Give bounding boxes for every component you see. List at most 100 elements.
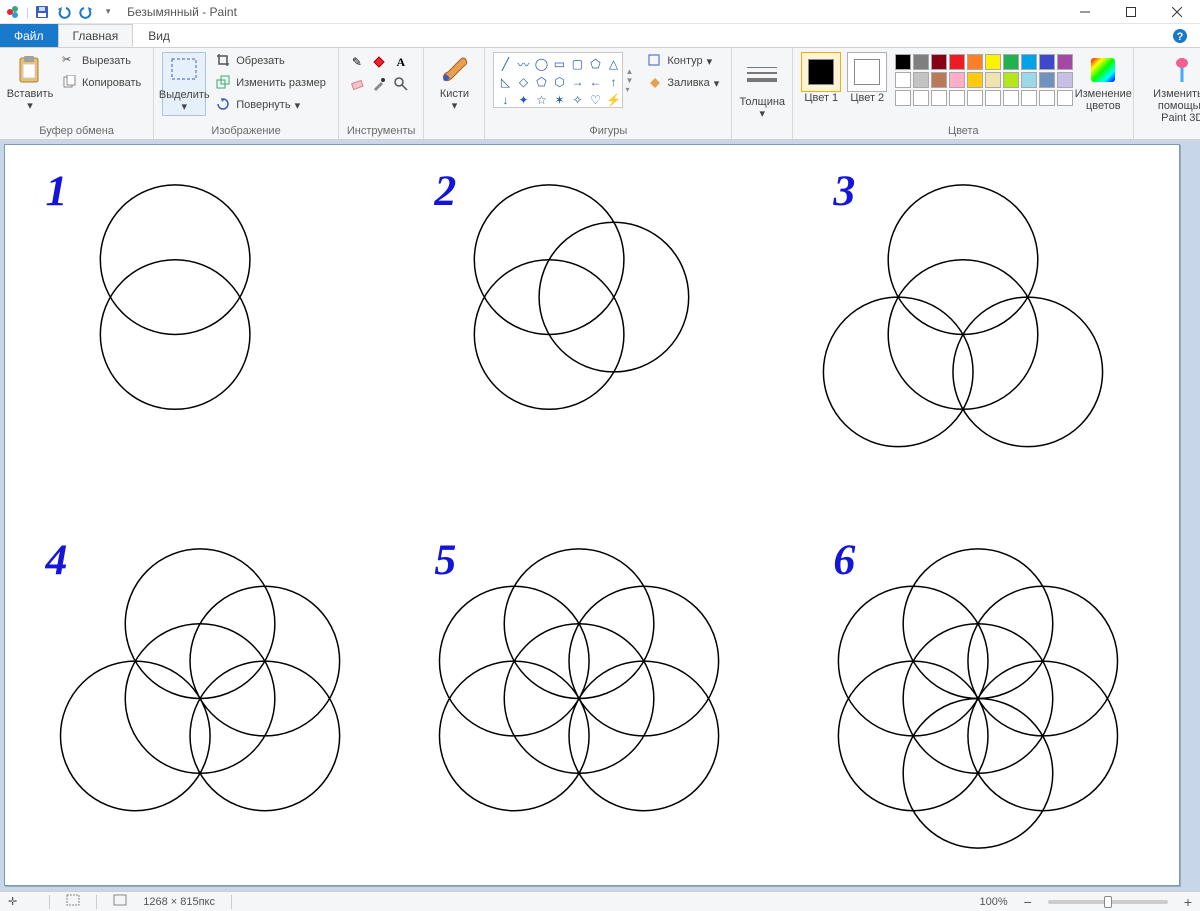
shape-diamond-icon[interactable]: ◇ bbox=[515, 74, 531, 90]
color-swatch[interactable] bbox=[1021, 90, 1037, 106]
color-swatch[interactable] bbox=[1003, 72, 1019, 88]
color-swatch[interactable] bbox=[985, 72, 1001, 88]
group-image: Выделить▾ Обрезать Изменить размер Повер… bbox=[154, 48, 339, 139]
color-swatch[interactable] bbox=[985, 90, 1001, 106]
shape-heart-icon[interactable]: ♡ bbox=[587, 92, 603, 108]
color-swatch[interactable] bbox=[1003, 54, 1019, 70]
shapes-scroll-down-icon[interactable]: ▼ bbox=[625, 76, 633, 85]
magnifier-tool[interactable] bbox=[391, 74, 411, 94]
shapes-scroll-up-icon[interactable]: ▲ bbox=[625, 67, 633, 76]
fill-tool[interactable] bbox=[369, 52, 389, 72]
color-swatch[interactable] bbox=[895, 54, 911, 70]
text-tool[interactable]: A bbox=[391, 52, 411, 72]
crop-button[interactable]: Обрезать bbox=[212, 52, 330, 70]
cut-button[interactable]: ✂Вырезать bbox=[58, 52, 145, 70]
pencil-tool[interactable]: ✎ bbox=[347, 52, 367, 72]
color-swatch[interactable] bbox=[913, 90, 929, 106]
zoom-out-button[interactable]: − bbox=[1024, 894, 1032, 910]
copy-button[interactable]: Копировать bbox=[58, 74, 145, 92]
zoom-slider[interactable] bbox=[1048, 900, 1168, 904]
shape-arrowr-icon[interactable]: → bbox=[569, 74, 585, 90]
paint3d-button[interactable]: Изменить с помощью Paint 3D bbox=[1142, 52, 1200, 126]
shape-triangle-icon[interactable]: △ bbox=[605, 56, 621, 72]
qat-dropdown-icon[interactable]: ▾ bbox=[99, 3, 117, 21]
color-swatch[interactable] bbox=[1039, 90, 1055, 106]
shape-rtriangle-icon[interactable]: ◺ bbox=[497, 74, 513, 90]
color-swatch[interactable] bbox=[931, 54, 947, 70]
color-swatch[interactable] bbox=[949, 54, 965, 70]
undo-icon[interactable] bbox=[55, 3, 73, 21]
shape-oval-icon[interactable]: ◯ bbox=[533, 56, 549, 72]
color-swatch[interactable] bbox=[967, 72, 983, 88]
canvas[interactable]: 1 2 3 4 5 6 bbox=[4, 144, 1180, 886]
color-swatch[interactable] bbox=[913, 72, 929, 88]
color-swatch[interactable] bbox=[949, 72, 965, 88]
shape-line-icon[interactable]: ╱ bbox=[497, 56, 513, 72]
minimize-button[interactable] bbox=[1062, 0, 1108, 24]
help-icon[interactable]: ? bbox=[1172, 24, 1188, 47]
color-swatch[interactable] bbox=[895, 90, 911, 106]
color-swatch[interactable] bbox=[949, 90, 965, 106]
paste-button[interactable]: Вставить▾ bbox=[8, 52, 52, 114]
shape-lightning-icon[interactable]: ⚡ bbox=[605, 92, 621, 108]
thickness-button[interactable]: Толщина▾ bbox=[740, 52, 784, 122]
ribbon: Вставить▾ ✂Вырезать Копировать Буфер обм… bbox=[0, 48, 1200, 140]
color-swatch[interactable] bbox=[1057, 90, 1073, 106]
edit-colors-button[interactable]: Изменение цветов bbox=[1081, 52, 1125, 114]
fill-button[interactable]: Заливка ▾ bbox=[643, 74, 723, 92]
color-swatch[interactable] bbox=[1003, 90, 1019, 106]
cursor-position-icon: ✛ bbox=[8, 895, 17, 908]
color-swatch[interactable] bbox=[1021, 72, 1037, 88]
color-swatch[interactable] bbox=[967, 90, 983, 106]
resize-button[interactable]: Изменить размер bbox=[212, 74, 330, 92]
shape-hexagon-icon[interactable]: ⬡ bbox=[551, 74, 567, 90]
shape-curve-icon[interactable]: 〰 bbox=[515, 56, 531, 72]
zoom-in-button[interactable]: + bbox=[1184, 894, 1192, 910]
outline-button[interactable]: Контур ▾ bbox=[643, 52, 723, 70]
color-swatch[interactable] bbox=[985, 54, 1001, 70]
color-swatch[interactable] bbox=[967, 54, 983, 70]
shape-star4-icon[interactable]: ✦ bbox=[515, 92, 531, 108]
shape-polygon-icon[interactable]: ⬠ bbox=[587, 56, 603, 72]
eraser-tool[interactable] bbox=[347, 74, 367, 94]
color1-well[interactable] bbox=[801, 52, 841, 92]
redo-icon[interactable] bbox=[77, 3, 95, 21]
color-swatch[interactable] bbox=[1039, 72, 1055, 88]
close-button[interactable] bbox=[1154, 0, 1200, 24]
save-icon[interactable] bbox=[33, 3, 51, 21]
shape-arrowd-icon[interactable]: ↓ bbox=[497, 92, 513, 108]
titlebar: | ▾ Безымянный - Paint bbox=[0, 0, 1200, 24]
tab-view[interactable]: Вид bbox=[133, 24, 185, 47]
select-button[interactable]: Выделить▾ bbox=[162, 52, 206, 116]
color-swatch[interactable] bbox=[1021, 54, 1037, 70]
color-swatch[interactable] bbox=[913, 54, 929, 70]
brushes-button[interactable]: Кисти▾ bbox=[432, 52, 476, 114]
color-swatch[interactable] bbox=[1057, 72, 1073, 88]
shape-arrowl-icon[interactable]: ← bbox=[587, 74, 603, 90]
shape-star6-icon[interactable]: ✶ bbox=[551, 92, 567, 108]
color-swatch[interactable] bbox=[1057, 54, 1073, 70]
tab-home[interactable]: Главная bbox=[58, 24, 134, 47]
shape-star5-icon[interactable]: ☆ bbox=[533, 92, 549, 108]
color-swatch[interactable] bbox=[1039, 54, 1055, 70]
workspace[interactable]: 1 2 3 4 5 6 bbox=[0, 140, 1200, 891]
maximize-button[interactable] bbox=[1108, 0, 1154, 24]
shape-callout-icon[interactable]: ✧ bbox=[569, 92, 585, 108]
picker-tool[interactable] bbox=[369, 74, 389, 94]
file-menu[interactable]: Файл bbox=[0, 24, 58, 47]
color2-well[interactable] bbox=[847, 52, 887, 92]
shape-arrowu-icon[interactable]: ↑ bbox=[605, 74, 621, 90]
selection-size-icon bbox=[66, 894, 80, 909]
shape-pentagon-icon[interactable]: ⬠ bbox=[533, 74, 549, 90]
group-paint3d: Изменить с помощью Paint 3D bbox=[1134, 48, 1200, 139]
color-swatch[interactable] bbox=[931, 90, 947, 106]
color-swatch[interactable] bbox=[931, 72, 947, 88]
shape-rect-icon[interactable]: ▭ bbox=[551, 56, 567, 72]
shape-roundrect-icon[interactable]: ▢ bbox=[569, 56, 585, 72]
canvas-size-icon bbox=[113, 894, 127, 909]
rotate-button[interactable]: Повернуть ▾ bbox=[212, 96, 330, 114]
color-swatch[interactable] bbox=[895, 72, 911, 88]
shapes-gallery[interactable]: ╱ 〰 ◯ ▭ ▢ ⬠ △ ◺ ◇ ⬠ ⬡ → ← ↑ ↓ ✦ ☆ bbox=[493, 52, 623, 108]
group-brushes: Кисти▾ bbox=[424, 48, 485, 139]
shapes-expand-icon[interactable]: ▾ bbox=[625, 85, 633, 94]
